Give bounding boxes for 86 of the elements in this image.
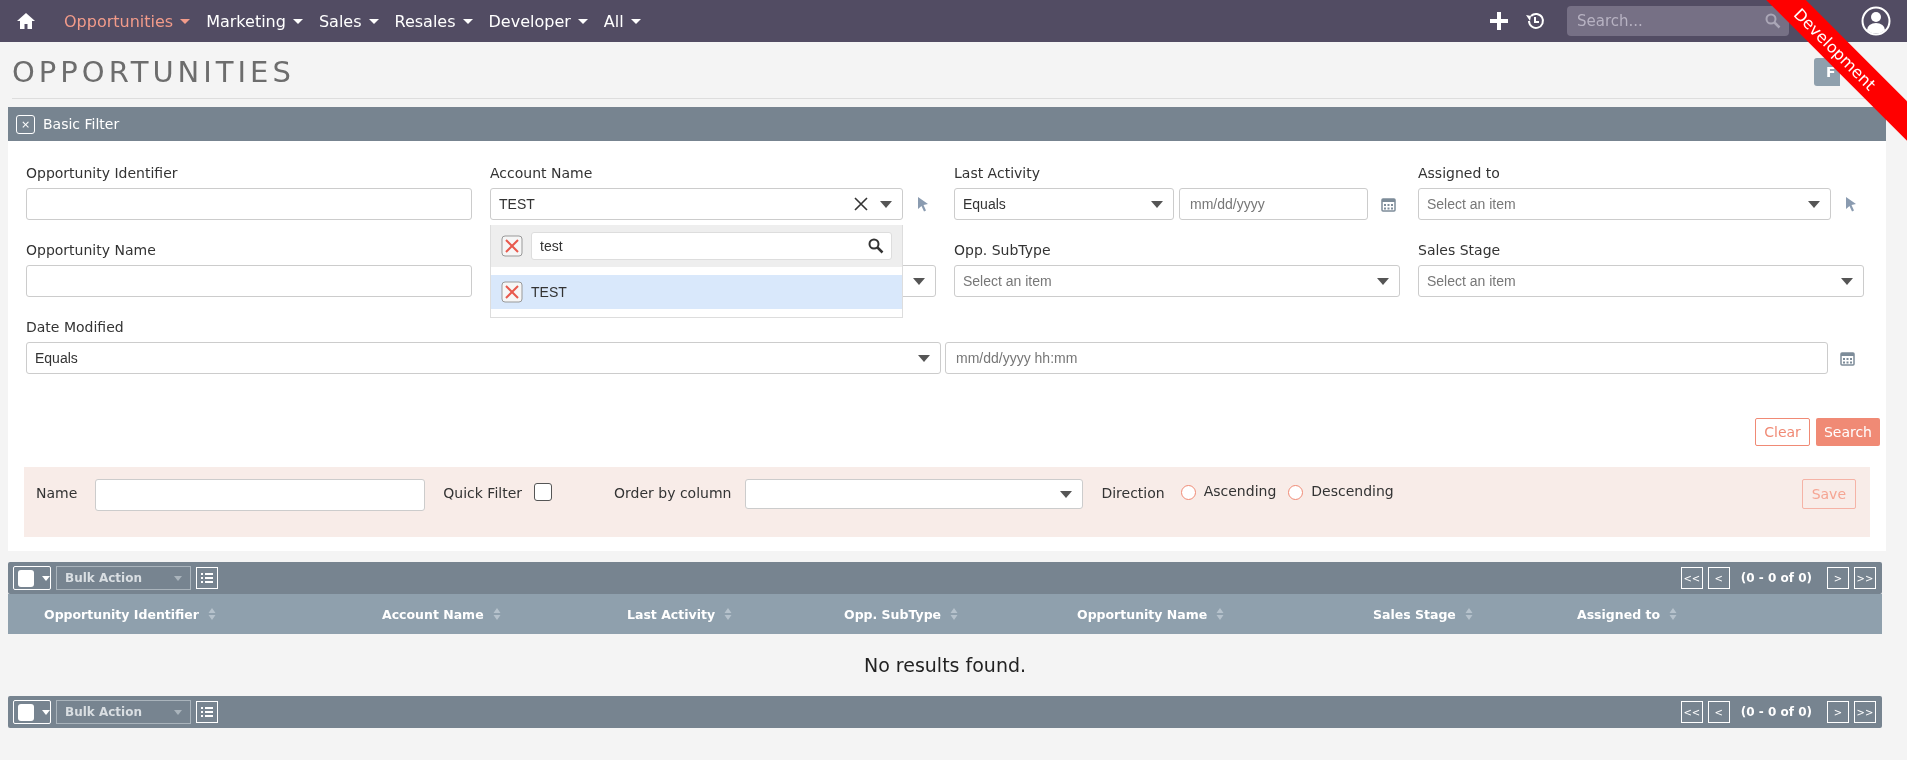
page-title: OPPORTUNITIES	[12, 55, 295, 89]
column-header[interactable]: Opportunity Name	[1077, 606, 1208, 622]
column-header[interactable]: Assigned to	[1577, 606, 1661, 622]
pagination-button[interactable]: >>	[1854, 701, 1876, 723]
select-field[interactable]: Select an item	[1418, 188, 1831, 220]
remove-icon[interactable]	[501, 235, 523, 257]
pagination-button[interactable]: >	[1827, 567, 1849, 589]
radio-button[interactable]	[1288, 485, 1304, 500]
field-label: Direction	[1101, 485, 1165, 501]
caret-icon[interactable]	[880, 200, 892, 208]
search-button[interactable]: Search	[1815, 418, 1880, 446]
field-label: Opp. SubType	[954, 241, 1052, 260]
caret-icon[interactable]	[1808, 200, 1820, 208]
radio-label[interactable]: Descending	[1311, 483, 1394, 499]
history-icon[interactable]	[1525, 11, 1545, 31]
field-label: Opportunity Name	[26, 241, 157, 260]
pagination-text: (0 - 0 of 0)	[1740, 571, 1812, 585]
dropdown-search-field[interactable]: test	[531, 232, 892, 260]
panel-title: Basic Filter	[43, 116, 120, 132]
cursor-arrow-icon[interactable]	[1845, 196, 1857, 212]
field-label: Order by column	[614, 485, 732, 501]
caret-icon[interactable]	[1377, 277, 1389, 285]
field-label: Opportunity Identifier	[26, 164, 179, 183]
column-header[interactable]: Opp. SubType	[844, 606, 942, 622]
remove-icon[interactable]	[501, 281, 523, 303]
column-header[interactable]: Opportunity Identifier	[44, 606, 199, 622]
column-header[interactable]: Last Activity	[627, 606, 716, 622]
pagination-text: (0 - 0 of 0)	[1740, 705, 1812, 719]
home-icon[interactable]	[16, 12, 36, 30]
clear-icon[interactable]	[854, 197, 868, 211]
select-field[interactable]: Select an item	[1418, 265, 1864, 297]
search-field[interactable]: Search...	[1567, 6, 1789, 36]
select-all-checkbox[interactable]	[13, 566, 51, 590]
field-label: Sales Stage	[1418, 241, 1502, 260]
date-input-field[interactable]: mm/dd/yyyy hh:mm	[945, 342, 1828, 374]
select-all-checkbox[interactable]	[13, 700, 51, 724]
nav-menu-item[interactable]: Marketing	[206, 11, 303, 31]
close-button[interactable]: ×	[16, 114, 35, 134]
checkbox[interactable]	[534, 483, 553, 501]
nav-menu-item[interactable]: Sales	[318, 11, 379, 31]
field-label: Assigned to	[1418, 164, 1501, 183]
radio-label[interactable]: Ascending	[1203, 483, 1277, 499]
search-icon[interactable]	[868, 238, 884, 254]
empty-message: No results found.	[863, 654, 1027, 676]
calendar-icon[interactable]	[1381, 196, 1396, 212]
select-field[interactable]: Select an item	[954, 265, 1400, 297]
cursor-arrow-icon[interactable]	[917, 196, 929, 212]
dropdown-option[interactable]: TEST	[491, 275, 902, 309]
nav-menu-item[interactable]: Resales	[394, 11, 473, 31]
date-input-field[interactable]: mm/dd/yyyy	[1179, 188, 1368, 220]
list-icon[interactable]	[196, 701, 218, 723]
caret-icon[interactable]	[1060, 490, 1073, 498]
pagination-button[interactable]: >>	[1854, 567, 1876, 589]
clear-button[interactable]: Clear	[1755, 418, 1810, 446]
caret-icon[interactable]	[913, 277, 925, 285]
caret-icon[interactable]	[1841, 277, 1853, 285]
field-label: Account Name	[490, 164, 594, 183]
radio-button[interactable]	[1180, 485, 1196, 500]
select-field[interactable]: Equals	[26, 342, 941, 374]
pagination-button[interactable]: <	[1707, 567, 1730, 589]
bulk-action-select[interactable]: Bulk Action	[56, 566, 191, 590]
select-field[interactable]	[745, 479, 1084, 509]
pagination-button[interactable]: >	[1827, 701, 1849, 723]
pagination-button[interactable]: <<	[1680, 701, 1703, 723]
name-input-field[interactable]	[95, 479, 426, 511]
field-label: Name	[36, 485, 78, 501]
caret-icon[interactable]	[918, 354, 930, 362]
field-label: Quick Filter	[443, 485, 523, 501]
field-label: Date Modified	[26, 318, 125, 337]
pagination-button[interactable]: <	[1707, 701, 1730, 723]
text-input-field[interactable]	[26, 265, 472, 297]
field-label: Last Activity	[954, 164, 1041, 183]
list-icon[interactable]	[196, 567, 218, 589]
caret-icon[interactable]	[1151, 200, 1163, 208]
pagination-button[interactable]: <<	[1680, 567, 1703, 589]
column-header[interactable]: Sales Stage	[1373, 606, 1456, 622]
bulk-action-select[interactable]: Bulk Action	[56, 700, 191, 724]
nav-menu-item[interactable]: All	[603, 11, 641, 31]
plus-icon[interactable]	[1489, 11, 1509, 31]
column-header[interactable]: Account Name	[382, 606, 484, 622]
nav-menu-item[interactable]: Opportunities	[64, 11, 191, 31]
text-input-field[interactable]	[26, 188, 472, 220]
calendar-icon[interactable]	[1840, 350, 1855, 366]
select-field[interactable]: TEST	[490, 188, 903, 220]
select-field[interactable]: Equals	[954, 188, 1174, 220]
nav-menu-item[interactable]: Developer	[488, 11, 588, 31]
